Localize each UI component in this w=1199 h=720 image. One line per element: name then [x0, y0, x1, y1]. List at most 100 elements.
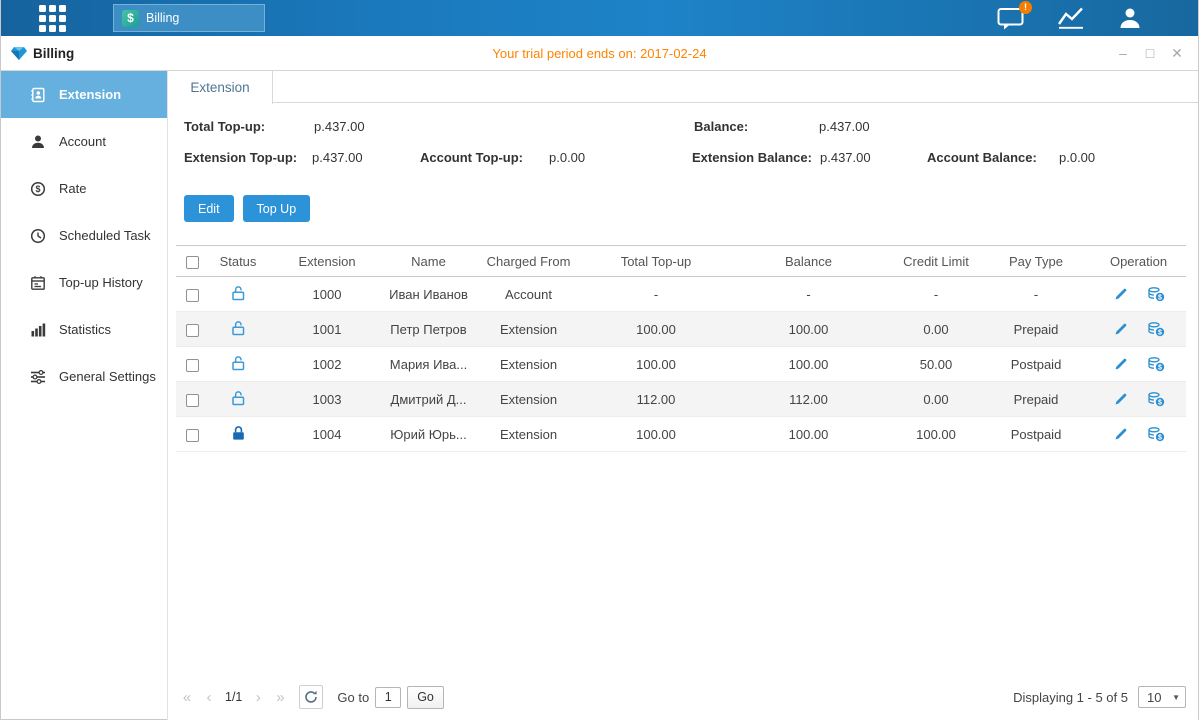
- statistics-chart-icon[interactable]: [1057, 7, 1085, 29]
- clock-icon: [30, 227, 47, 244]
- unlocked-icon: [231, 285, 246, 301]
- sidebar-item-rate[interactable]: $ Rate: [1, 165, 167, 212]
- svg-text:$: $: [1158, 330, 1162, 337]
- first-page-icon[interactable]: «: [176, 689, 198, 706]
- prev-page-icon[interactable]: ‹: [198, 689, 220, 706]
- cell-total-topup: 100.00: [586, 347, 726, 382]
- edit-icon[interactable]: [1113, 321, 1129, 337]
- cell-charged-from: Extension: [471, 417, 586, 452]
- user-account-icon[interactable]: [1118, 6, 1142, 30]
- row-checkbox[interactable]: [186, 359, 199, 372]
- cell-total-topup: 112.00: [586, 382, 726, 417]
- content-area: Extension Total Top-up: p.437.00 Balance…: [168, 71, 1198, 720]
- tab-bar: Extension: [168, 71, 1198, 103]
- top-up-button[interactable]: Top Up: [243, 195, 311, 222]
- topup-icon[interactable]: $: [1148, 321, 1165, 337]
- svg-text:$: $: [35, 184, 40, 194]
- account-balance-value: p.0.00: [1059, 150, 1095, 165]
- goto-page-input[interactable]: [375, 687, 401, 708]
- row-checkbox[interactable]: [186, 289, 199, 302]
- cell-charged-from: Extension: [471, 347, 586, 382]
- chevron-down-icon: ▼: [1172, 693, 1185, 702]
- page-size-select[interactable]: 10 ▼: [1138, 686, 1186, 708]
- cell-total-topup: -: [586, 277, 726, 312]
- edit-icon[interactable]: [1113, 286, 1129, 302]
- cell-extension: 1004: [268, 417, 386, 452]
- close-icon[interactable]: ✕: [1170, 46, 1184, 60]
- edit-icon[interactable]: [1113, 426, 1129, 442]
- edit-icon[interactable]: [1113, 391, 1129, 407]
- goto-label: Go to: [337, 690, 369, 705]
- cell-extension: 1002: [268, 347, 386, 382]
- select-all-header: [176, 246, 208, 277]
- sidebar-item-extension[interactable]: Extension: [1, 71, 167, 118]
- sidebar-item-statistics[interactable]: Statistics: [1, 306, 167, 353]
- total-topup-label: Total Top-up:: [184, 119, 265, 134]
- topup-icon[interactable]: $: [1148, 356, 1165, 372]
- refresh-button[interactable]: [299, 685, 323, 709]
- unlocked-icon: [231, 355, 246, 371]
- edit-icon[interactable]: [1113, 356, 1129, 372]
- row-checkbox[interactable]: [186, 324, 199, 337]
- sidebar-item-label: Extension: [59, 87, 121, 102]
- notification-badge: !: [1019, 1, 1032, 14]
- cell-name: Юрий Юрь...: [386, 417, 471, 452]
- app-grid-icon[interactable]: [39, 5, 66, 32]
- cell-credit-limit: 0.00: [891, 382, 981, 417]
- topup-icon[interactable]: $: [1148, 426, 1165, 442]
- window-controls: – □ ✕: [1116, 46, 1184, 60]
- sidebar-item-general-settings[interactable]: General Settings: [1, 353, 167, 400]
- svg-text:$: $: [1158, 295, 1162, 302]
- extension-topup-value: p.437.00: [312, 150, 363, 165]
- cell-pay-type: Prepaid: [981, 312, 1091, 347]
- go-button[interactable]: Go: [407, 686, 444, 709]
- sidebar-item-label: Rate: [59, 181, 86, 196]
- cell-pay-type: Postpaid: [981, 417, 1091, 452]
- sidebar-item-label: General Settings: [59, 369, 156, 384]
- sidebar-item-label: Scheduled Task: [59, 228, 151, 243]
- topup-icon[interactable]: $: [1148, 286, 1165, 302]
- sidebar-item-account[interactable]: Account: [1, 118, 167, 165]
- topup-icon[interactable]: $: [1148, 391, 1165, 407]
- cell-pay-type: -: [981, 277, 1091, 312]
- cell-credit-limit: 100.00: [891, 417, 981, 452]
- column-header-charged-from: Charged From: [471, 246, 586, 277]
- extension-balance-value: p.437.00: [820, 150, 871, 165]
- locked-icon: [231, 425, 246, 441]
- cell-name: Иван Иванов: [386, 277, 471, 312]
- table-row: 1000Иван ИвановAccount----$: [176, 277, 1186, 312]
- sidebar-item-scheduled-task[interactable]: Scheduled Task: [1, 212, 167, 259]
- extension-book-icon: [30, 86, 47, 103]
- rate-dollar-icon: $: [30, 180, 47, 197]
- edit-button[interactable]: Edit: [184, 195, 234, 222]
- sidebar-item-topup-history[interactable]: Top-up History: [1, 259, 167, 306]
- table-row: 1004Юрий Юрь...Extension100.00100.00100.…: [176, 417, 1186, 452]
- unlocked-icon: [231, 390, 246, 406]
- svg-text:$: $: [1158, 435, 1162, 442]
- page-indicator: 1/1: [225, 690, 242, 704]
- last-page-icon[interactable]: »: [269, 689, 291, 706]
- row-checkbox[interactable]: [186, 429, 199, 442]
- minimize-icon[interactable]: –: [1116, 46, 1130, 60]
- tab-extension[interactable]: Extension: [168, 71, 273, 104]
- table-header-row: StatusExtensionNameCharged FromTotal Top…: [176, 246, 1186, 277]
- app-title-text: Billing: [33, 46, 74, 61]
- column-header-balance: Balance: [726, 246, 891, 277]
- table-body: 1000Иван ИвановAccount----$1001Петр Петр…: [176, 277, 1186, 452]
- cell-balance: -: [726, 277, 891, 312]
- cell-extension: 1001: [268, 312, 386, 347]
- account-topup-label: Account Top-up:: [420, 150, 523, 165]
- row-checkbox[interactable]: [186, 394, 199, 407]
- select-all-checkbox[interactable]: [186, 256, 199, 269]
- maximize-icon[interactable]: □: [1143, 46, 1157, 60]
- extension-balance-label: Extension Balance:: [692, 150, 812, 165]
- messages-icon[interactable]: !: [997, 7, 1024, 30]
- extension-table: StatusExtensionNameCharged FromTotal Top…: [176, 245, 1186, 452]
- billing-app-tab[interactable]: $ Billing: [113, 4, 265, 32]
- next-page-icon[interactable]: ›: [247, 689, 269, 706]
- cell-balance: 100.00: [726, 312, 891, 347]
- cell-name: Мария Ива...: [386, 347, 471, 382]
- cell-name: Петр Петров: [386, 312, 471, 347]
- cell-charged-from: Extension: [471, 312, 586, 347]
- cell-extension: 1003: [268, 382, 386, 417]
